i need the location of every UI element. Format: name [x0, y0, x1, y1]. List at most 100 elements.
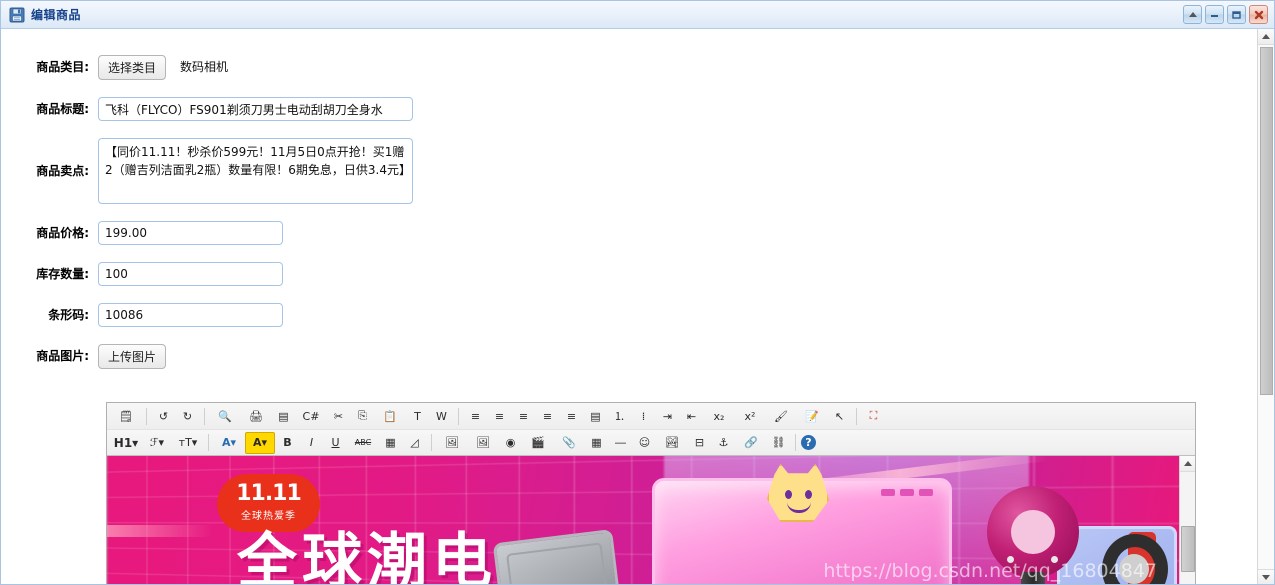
form-row-selling-point: 商品卖点: 【同价11.11！秒杀价599元！11月5日0点开抢！买1赠2（赠吉… — [1, 138, 1257, 204]
barcode-input[interactable] — [98, 303, 283, 327]
spellcheck-icon[interactable]: 📝 — [797, 405, 827, 427]
ordered-list-icon[interactable]: ⒈ — [608, 405, 631, 427]
editor-toolbar-row-2: H1▾ ℱ▾ ᴛT▾ A▾ A▾ B I U ABC ▦ ◿ 🖼 🖼 ◉ 🎬 📎 ▦ ― ☺ 🏞 ⊟ ⚓ 🔗 ⛓? — [107, 429, 1195, 455]
link-icon[interactable]: 🔗 — [736, 432, 766, 454]
justify-icon[interactable]: ▤ — [584, 405, 607, 427]
form-row-stock: 库存数量: — [1, 262, 1257, 286]
hairdryer-product-image — [987, 486, 1079, 584]
window-body: 商品类目: 选择类目 数码相机 商品标题: 商品卖点: 【同价11.11！秒杀价… — [1, 29, 1274, 584]
undo-icon[interactable]: ↺ — [152, 405, 175, 427]
page-scroll-thumb[interactable] — [1260, 47, 1273, 395]
selling-point-textarea[interactable]: 【同价11.11！秒杀价599元！11月5日0点开抢！买1赠2（赠吉列洁面乳2瓶… — [98, 138, 413, 204]
horizontal-rule-icon[interactable]: ― — [609, 432, 632, 454]
superscript-icon[interactable]: x² — [735, 405, 765, 427]
price-input[interactable] — [98, 221, 283, 245]
align-right-icon[interactable]: ≡ — [560, 405, 583, 427]
redo-icon[interactable]: ↻ — [176, 405, 199, 427]
insert-image-icon[interactable]: 🖼 — [437, 432, 467, 454]
paste-word-icon[interactable]: W — [430, 405, 453, 427]
collapse-button[interactable] — [1183, 5, 1202, 24]
heading-icon[interactable]: H1▾ — [111, 432, 141, 454]
toolbar-separator — [795, 434, 796, 451]
anchor-icon[interactable]: ⚓ — [712, 432, 735, 454]
background-image-icon[interactable]: 🏞 — [657, 432, 687, 454]
editor-scroll-up-button[interactable] — [1180, 456, 1195, 472]
window-titlebar: 编辑商品 — [1, 1, 1274, 29]
bold-icon[interactable]: B — [276, 432, 299, 454]
multi-image-icon[interactable]: 🖼 — [468, 432, 498, 454]
product-title-input[interactable] — [98, 97, 413, 121]
close-icon — [1254, 10, 1263, 19]
form-row-category: 商品类目: 选择类目 数码相机 — [1, 55, 1257, 80]
remove-format-icon[interactable]: ▦ — [379, 432, 402, 454]
font-family-icon[interactable]: ℱ▾ — [142, 432, 172, 454]
promo-banner-image: 11.11 全球热爱季 全球潮电 https://blog.csdn.net/q… — [107, 456, 1179, 584]
page-break-icon[interactable]: ⊟ — [688, 432, 711, 454]
minimize-button[interactable] — [1205, 5, 1224, 24]
page-scroll-up-button[interactable] — [1258, 29, 1274, 45]
text-color-icon[interactable]: A▾ — [214, 432, 244, 454]
paste-text-icon[interactable]: T — [406, 405, 429, 427]
close-button[interactable] — [1249, 5, 1268, 24]
source-code-icon[interactable]: 🗒 — [111, 405, 141, 427]
chevron-up-icon — [1262, 34, 1270, 39]
unlink-icon[interactable]: ⛓ — [767, 432, 790, 454]
indent-icon[interactable]: ⇥ — [656, 405, 679, 427]
cut-icon[interactable]: ✂ — [327, 405, 350, 427]
maximize-button[interactable] — [1227, 5, 1246, 24]
highlight-color-icon[interactable]: A▾ — [245, 431, 275, 454]
insert-video-icon[interactable]: 🎬 — [523, 432, 553, 454]
watch-product-image — [1102, 532, 1168, 584]
editor-scroll-thumb[interactable] — [1181, 526, 1195, 572]
chevron-up-icon — [1183, 461, 1192, 466]
price-label: 商品价格: — [36, 226, 89, 240]
editor-scrollbar[interactable] — [1179, 456, 1195, 584]
maximize-icon — [1232, 11, 1241, 19]
editor-content-area[interactable]: 11.11 全球热爱季 全球潮电 https://blog.csdn.net/q… — [107, 455, 1195, 584]
italic-icon[interactable]: I — [300, 432, 323, 454]
form-row-title: 商品标题: — [1, 97, 1257, 121]
toolbar-separator — [146, 407, 147, 425]
image-label: 商品图片: — [36, 349, 89, 363]
format-painter-icon[interactable]: 🖌 — [766, 405, 796, 427]
template-icon[interactable]: ▤ — [272, 405, 295, 427]
stock-input[interactable] — [98, 262, 283, 286]
category-value: 数码相机 — [180, 60, 229, 74]
page-scroll-down-button[interactable] — [1258, 569, 1274, 584]
page-scrollbar[interactable] — [1257, 29, 1274, 584]
chevron-down-icon — [1262, 575, 1270, 580]
help-icon[interactable]: ? — [801, 435, 816, 450]
select-category-button[interactable]: 选择类目 — [98, 55, 167, 80]
font-size-icon[interactable]: ᴛT▾ — [173, 432, 203, 454]
toolbar-separator — [204, 407, 205, 425]
window-title: 编辑商品 — [31, 8, 82, 22]
preview-icon[interactable]: 🔍 — [210, 405, 240, 427]
align-center2-icon[interactable]: ≡ — [536, 405, 559, 427]
emoji-icon[interactable]: ☺ — [633, 432, 656, 454]
edit-product-window: 编辑商品 商品类目: 选择类目 数码相机 商品标题: 飞科（FLYCO）FS90… — [0, 0, 1275, 585]
insert-flash-icon[interactable]: ◉ — [499, 432, 522, 454]
align-center-icon[interactable]: ≡ — [488, 405, 511, 427]
code-snippet-icon[interactable]: C# — [296, 405, 326, 427]
toolbar-separator — [856, 407, 857, 425]
subscript-icon[interactable]: x₂ — [704, 405, 734, 427]
form-row-image: 商品图片: 上传图片 — [1, 344, 1257, 369]
copy-icon[interactable]: ⎘ — [351, 405, 374, 427]
eraser-icon[interactable]: ◿ — [403, 432, 426, 454]
select-cursor-icon[interactable]: ↖ — [828, 405, 851, 427]
align-left2-icon[interactable]: ≡ — [512, 405, 535, 427]
insert-table-icon[interactable]: ▦ — [585, 432, 608, 454]
editor-toolbar-row-1: 🗒 ↺ ↻ 🔍 🖨 ▤ C# ✂ ⎘ 📋 T W ≡ ≡ ≡ ≡ ≡ ▤ ⒈ ⁞ ⇥ ⇤ x₂ x² 🖌 📝 ↖ ⛶ — [107, 403, 1195, 429]
upload-image-button[interactable]: 上传图片 — [98, 344, 167, 369]
print-icon[interactable]: 🖨 — [241, 405, 271, 427]
badge-date: 11.11 — [236, 481, 302, 506]
attachment-icon[interactable]: 📎 — [554, 432, 584, 454]
underline-icon[interactable]: U — [324, 432, 347, 454]
paste-icon[interactable]: 📋 — [375, 405, 405, 427]
bullet-list-icon[interactable]: ⁞ — [632, 405, 655, 427]
align-left-icon[interactable]: ≡ — [464, 405, 487, 427]
fullscreen-icon[interactable]: ⛶ — [862, 405, 885, 427]
outdent-icon[interactable]: ⇤ — [680, 405, 703, 427]
banner-streak-left — [107, 524, 215, 537]
strikethrough-icon[interactable]: ABC — [348, 432, 378, 454]
